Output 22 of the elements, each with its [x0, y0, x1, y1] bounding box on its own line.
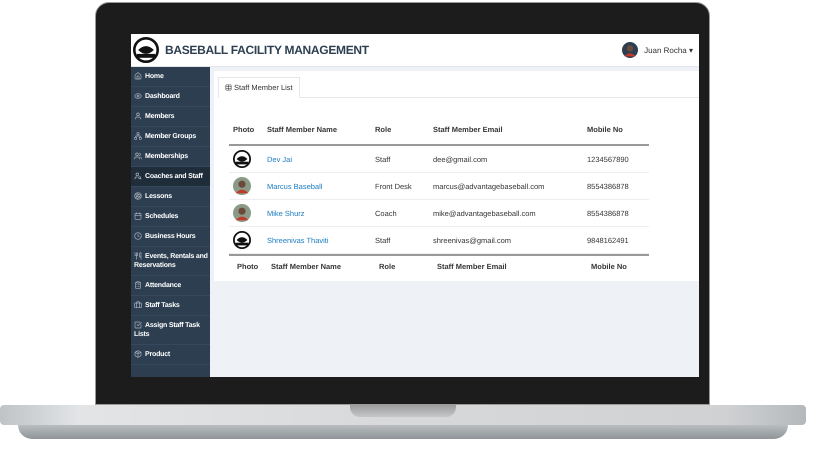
sitemap-icon	[134, 132, 142, 140]
checkbox-icon	[134, 321, 142, 330]
logo-icon	[233, 231, 251, 249]
briefcase-icon	[134, 301, 142, 310]
eye-icon	[134, 92, 142, 100]
logo-icon	[233, 150, 251, 168]
user-menu[interactable]: Juan Rocha ▾	[644, 46, 693, 54]
user-search-icon	[134, 172, 142, 180]
clipboard-icon	[134, 281, 142, 290]
app-title: BASEBALL FACILITY MANAGEMENT	[165, 43, 370, 57]
home-icon	[134, 72, 142, 80]
ball-icon	[134, 192, 142, 200]
calendar-icon	[134, 212, 142, 220]
user-icon	[134, 112, 142, 120]
avatar-icon	[233, 177, 251, 195]
utensils-icon	[134, 252, 142, 260]
clock-icon	[134, 232, 142, 240]
avatar-icon	[233, 204, 251, 222]
avatar-icon	[622, 42, 638, 58]
list-icon	[225, 84, 232, 91]
package-icon	[134, 350, 142, 358]
users-icon	[134, 152, 142, 160]
